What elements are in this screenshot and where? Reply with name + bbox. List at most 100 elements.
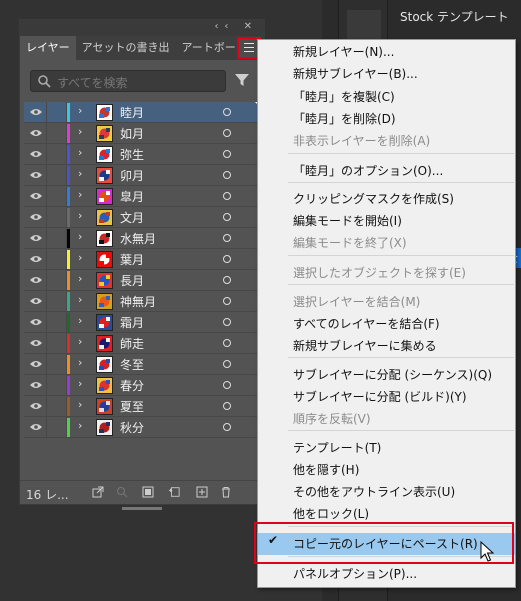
- target-circle-icon[interactable]: [223, 402, 231, 410]
- target-circle-icon[interactable]: [223, 297, 231, 305]
- eye-icon[interactable]: [30, 276, 42, 284]
- layer-row[interactable]: › 春分: [24, 375, 262, 396]
- new-sublayer-icon[interactable]: [168, 486, 180, 498]
- layer-row[interactable]: › 神無月: [24, 291, 262, 312]
- chevron-right-icon[interactable]: ›: [78, 398, 82, 411]
- trash-icon[interactable]: [220, 486, 232, 498]
- layer-name[interactable]: 弥生: [120, 146, 144, 163]
- menu-item[interactable]: サブレイヤーに分配 (ビルド)(Y): [258, 386, 515, 408]
- eye-icon[interactable]: [30, 213, 42, 221]
- layer-row[interactable]: › 文月: [24, 207, 262, 228]
- layer-name[interactable]: 霜月: [120, 314, 144, 331]
- chevron-right-icon[interactable]: ›: [78, 293, 82, 306]
- target-circle-icon[interactable]: [223, 318, 231, 326]
- menu-item[interactable]: 「睦月」を複製(C): [258, 86, 515, 108]
- filter-icon[interactable]: [234, 72, 250, 88]
- layer-row[interactable]: › 如月: [24, 123, 262, 144]
- menu-item[interactable]: 新規レイヤー(N)...: [258, 41, 515, 63]
- target-circle-icon[interactable]: [223, 276, 231, 284]
- menu-item[interactable]: サブレイヤーに分配 (シーケンス)(Q): [258, 364, 515, 386]
- eye-icon[interactable]: [30, 171, 42, 179]
- eye-icon[interactable]: [30, 192, 42, 200]
- chevron-right-icon[interactable]: ›: [78, 209, 82, 222]
- menu-item[interactable]: 他を隠す(H): [258, 459, 515, 481]
- menu-item[interactable]: クリッピングマスクを作成(S): [258, 188, 515, 210]
- layer-row[interactable]: › 夏至: [24, 396, 262, 417]
- clipping-mask-icon[interactable]: [142, 486, 154, 498]
- eye-icon[interactable]: [30, 360, 42, 368]
- search-input[interactable]: すべてを検索: [30, 70, 226, 92]
- menu-item[interactable]: 「睦月」のオプション(O)...: [258, 160, 515, 182]
- layer-row[interactable]: › 冬至: [24, 354, 262, 375]
- menu-item[interactable]: 選択レイヤーを結合(M): [258, 291, 515, 313]
- menu-item[interactable]: 編集モードを開始(I): [258, 210, 515, 232]
- menu-item[interactable]: 選択したオブジェクトを探す(E): [258, 262, 515, 284]
- layer-name[interactable]: 春分: [120, 377, 144, 394]
- tab-layers[interactable]: レイヤー: [20, 36, 76, 60]
- eye-icon[interactable]: [30, 402, 42, 410]
- target-circle-icon[interactable]: [223, 192, 231, 200]
- layer-name[interactable]: 卯月: [120, 167, 144, 184]
- target-circle-icon[interactable]: [223, 108, 231, 116]
- layer-name[interactable]: 如月: [120, 125, 144, 142]
- new-layer-icon[interactable]: [196, 486, 208, 498]
- layer-name[interactable]: 秋分: [120, 419, 144, 436]
- layer-name[interactable]: 神無月: [120, 293, 156, 310]
- chevron-right-icon[interactable]: ›: [78, 188, 82, 201]
- layer-name[interactable]: 夏至: [120, 398, 144, 415]
- eye-icon[interactable]: [30, 108, 42, 116]
- menu-item[interactable]: 新規サブレイヤー(B)...: [258, 63, 515, 85]
- target-circle-icon[interactable]: [223, 213, 231, 221]
- target-circle-icon[interactable]: [223, 234, 231, 242]
- target-circle-icon[interactable]: [223, 129, 231, 137]
- eye-icon[interactable]: [30, 150, 42, 158]
- chevron-right-icon[interactable]: ›: [78, 251, 82, 264]
- chevron-right-icon[interactable]: ›: [78, 104, 82, 117]
- layer-row[interactable]: › 弥生: [24, 144, 262, 165]
- panel-titlebar[interactable]: ‹‹ ✕: [20, 20, 264, 36]
- layer-row[interactable]: › 秋分: [24, 417, 262, 438]
- chevron-right-icon[interactable]: ›: [78, 125, 82, 138]
- target-circle-icon[interactable]: [223, 381, 231, 389]
- eye-icon[interactable]: [30, 339, 42, 347]
- chevron-right-icon[interactable]: ›: [78, 356, 82, 369]
- eye-icon[interactable]: [30, 318, 42, 326]
- locate-object-icon[interactable]: [116, 486, 128, 498]
- menu-item[interactable]: パネルオプション(P)...: [258, 563, 515, 585]
- menu-item[interactable]: その他をアウトライン表示(U): [258, 481, 515, 503]
- chevron-right-icon[interactable]: ›: [78, 146, 82, 159]
- tab-asset-export[interactable]: アセットの書き出: [76, 36, 176, 60]
- chevron-right-icon[interactable]: ›: [78, 230, 82, 243]
- menu-item[interactable]: 新規サブレイヤーに集める: [258, 335, 515, 357]
- export-icon[interactable]: [92, 486, 104, 498]
- layer-name[interactable]: 長月: [120, 272, 144, 289]
- layer-name[interactable]: 皐月: [120, 188, 144, 205]
- layer-row[interactable]: › 皐月: [24, 186, 262, 207]
- layer-row[interactable]: › 霜月: [24, 312, 262, 333]
- layer-row[interactable]: › 卯月: [24, 165, 262, 186]
- target-circle-icon[interactable]: [223, 360, 231, 368]
- eye-icon[interactable]: [30, 129, 42, 137]
- eye-icon[interactable]: [30, 297, 42, 305]
- eye-icon[interactable]: [30, 234, 42, 242]
- target-circle-icon[interactable]: [223, 255, 231, 263]
- panel-collapse-close-icons[interactable]: ‹‹ ✕: [214, 21, 258, 32]
- target-circle-icon[interactable]: [223, 171, 231, 179]
- layer-name[interactable]: 葉月: [120, 251, 144, 268]
- layer-row[interactable]: › 葉月: [24, 249, 262, 270]
- eye-icon[interactable]: [30, 381, 42, 389]
- layer-row[interactable]: › 睦月: [24, 102, 262, 123]
- panel-resize-handle[interactable]: [122, 507, 162, 510]
- layer-row[interactable]: › 水無月: [24, 228, 262, 249]
- target-circle-icon[interactable]: [223, 339, 231, 347]
- chevron-right-icon[interactable]: ›: [78, 335, 82, 348]
- layer-row[interactable]: › 長月: [24, 270, 262, 291]
- layer-row[interactable]: › 師走: [24, 333, 262, 354]
- menu-item[interactable]: 「睦月」を削除(D): [258, 108, 515, 130]
- layer-name[interactable]: 水無月: [120, 230, 156, 247]
- chevron-right-icon[interactable]: ›: [78, 419, 82, 432]
- stock-templates-label[interactable]: Stock テンプレート: [400, 8, 509, 25]
- menu-item[interactable]: すべてのレイヤーを結合(F): [258, 313, 515, 335]
- eye-icon[interactable]: [30, 423, 42, 431]
- layer-name[interactable]: 睦月: [120, 104, 144, 121]
